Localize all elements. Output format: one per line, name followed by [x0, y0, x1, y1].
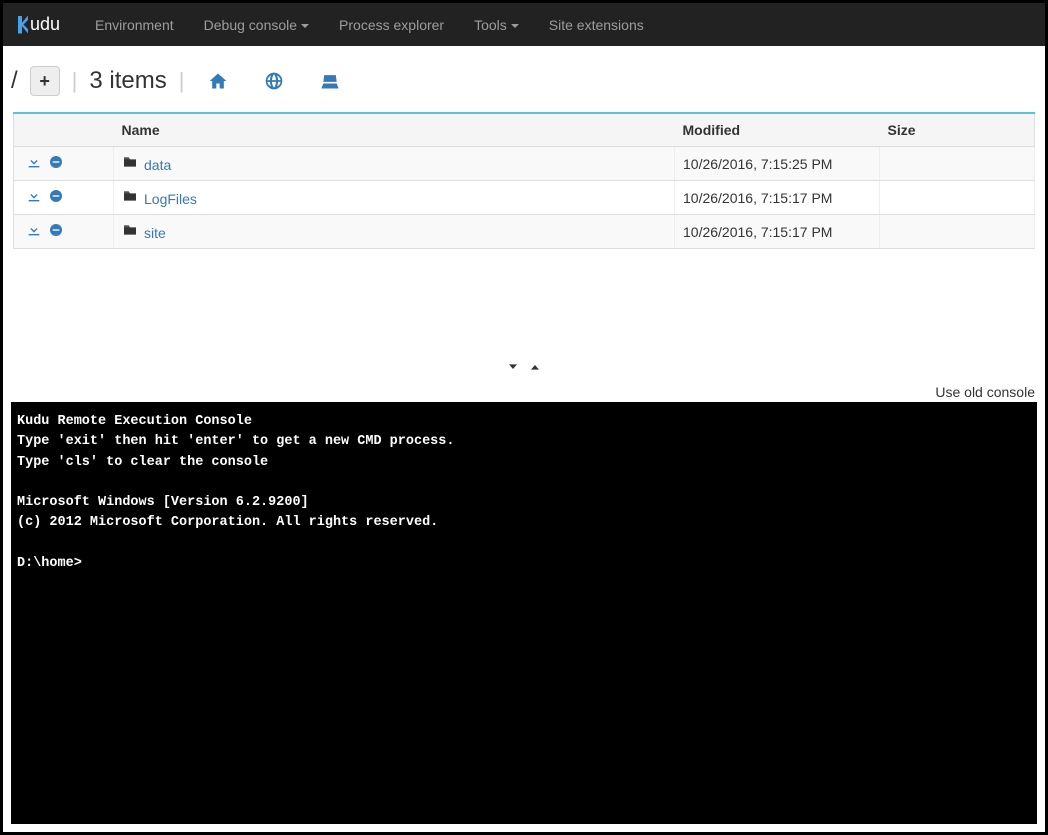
navbar: udu Environment Debug console Process ex…	[3, 3, 1045, 46]
breadcrumb-bar: / + | 3 items |	[3, 46, 1045, 112]
delete-icon[interactable]	[48, 154, 64, 173]
disk-icon[interactable]	[318, 69, 342, 93]
col-size-header: Size	[880, 113, 1035, 147]
console-splitter	[3, 249, 1045, 384]
expand-down-icon[interactable]	[504, 362, 522, 378]
caret-down-icon	[301, 24, 309, 28]
delete-icon[interactable]	[48, 188, 64, 207]
folder-link[interactable]: site	[144, 225, 166, 241]
download-icon[interactable]	[26, 188, 42, 207]
nav-process-explorer[interactable]: Process explorer	[324, 5, 459, 45]
modified-cell: 10/26/2016, 7:15:25 PM	[675, 147, 880, 181]
globe-icon[interactable]	[262, 69, 286, 93]
item-count: 3 items	[89, 67, 166, 95]
breadcrumb-root[interactable]: /	[11, 67, 18, 95]
col-modified-header: Modified	[675, 113, 880, 147]
kudu-k-icon	[18, 16, 28, 34]
modified-cell: 10/26/2016, 7:15:17 PM	[675, 181, 880, 215]
collapse-up-icon[interactable]	[526, 362, 544, 378]
size-cell	[880, 181, 1035, 215]
folder-icon	[122, 191, 138, 207]
old-console-row: Use old console	[3, 384, 1045, 402]
console-output[interactable]: Kudu Remote Execution Console Type 'exit…	[11, 402, 1037, 824]
folder-icon	[122, 157, 138, 173]
modified-cell: 10/26/2016, 7:15:17 PM	[675, 215, 880, 249]
size-cell	[880, 215, 1035, 249]
nav-environment[interactable]: Environment	[80, 5, 189, 45]
file-table: Name Modified Size data 10/26/2016, 7:15:…	[13, 112, 1035, 249]
nav-site-extensions[interactable]: Site extensions	[534, 5, 659, 45]
folder-link[interactable]: LogFiles	[144, 191, 197, 207]
caret-down-icon	[511, 24, 519, 28]
add-button[interactable]: +	[30, 66, 60, 96]
size-cell	[880, 147, 1035, 181]
divider: |	[72, 68, 78, 94]
divider: |	[179, 68, 185, 94]
download-icon[interactable]	[26, 154, 42, 173]
delete-icon[interactable]	[48, 222, 64, 241]
download-icon[interactable]	[26, 222, 42, 241]
folder-link[interactable]: data	[144, 157, 171, 173]
nav-tools[interactable]: Tools	[459, 5, 534, 45]
nav-debug-console[interactable]: Debug console	[189, 5, 324, 45]
table-row: data 10/26/2016, 7:15:25 PM	[14, 147, 1035, 181]
brand-text: udu	[30, 14, 60, 35]
table-header-row: Name Modified Size	[14, 113, 1035, 147]
home-icon[interactable]	[206, 69, 230, 93]
col-name-header: Name	[114, 113, 675, 147]
table-row: site 10/26/2016, 7:15:17 PM	[14, 215, 1035, 249]
folder-icon	[122, 225, 138, 241]
table-row: LogFiles 10/26/2016, 7:15:17 PM	[14, 181, 1035, 215]
brand-logo[interactable]: udu	[18, 14, 60, 35]
col-actions-header	[14, 113, 114, 147]
use-old-console-link[interactable]: Use old console	[935, 384, 1035, 400]
